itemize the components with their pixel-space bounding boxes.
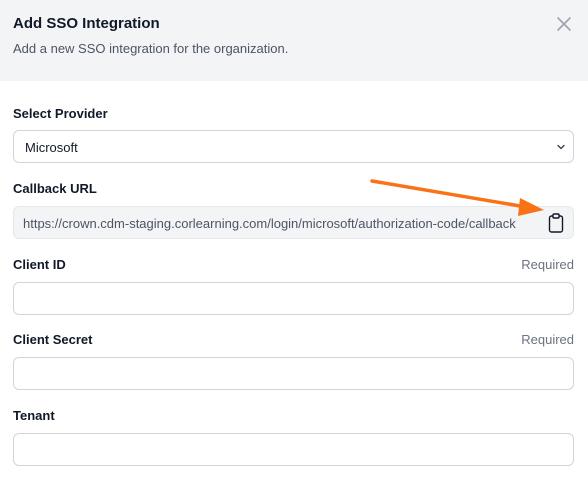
client-secret-input[interactable] <box>13 357 574 390</box>
client-id-label: Client ID <box>13 257 66 272</box>
callback-url-label: Callback URL <box>13 181 97 196</box>
dialog-title: Add SSO Integration <box>13 15 160 32</box>
close-icon[interactable] <box>555 15 573 33</box>
arrow-icon <box>370 179 544 216</box>
client-id-required: Required <box>521 257 574 272</box>
chevron-down-icon <box>557 144 565 150</box>
dialog-subtitle: Add a new SSO integration for the organi… <box>13 41 289 56</box>
provider-selected-value: Microsoft <box>25 140 78 155</box>
tenant-label: Tenant <box>13 408 55 423</box>
client-id-input[interactable] <box>13 282 574 315</box>
dialog-header: Add SSO Integration Add a new SSO integr… <box>0 0 588 81</box>
provider-label: Select Provider <box>13 106 108 121</box>
client-secret-label: Client Secret <box>13 332 93 347</box>
client-secret-required: Required <box>521 332 574 347</box>
provider-select[interactable]: Microsoft <box>13 130 574 163</box>
tenant-input[interactable] <box>13 433 574 466</box>
